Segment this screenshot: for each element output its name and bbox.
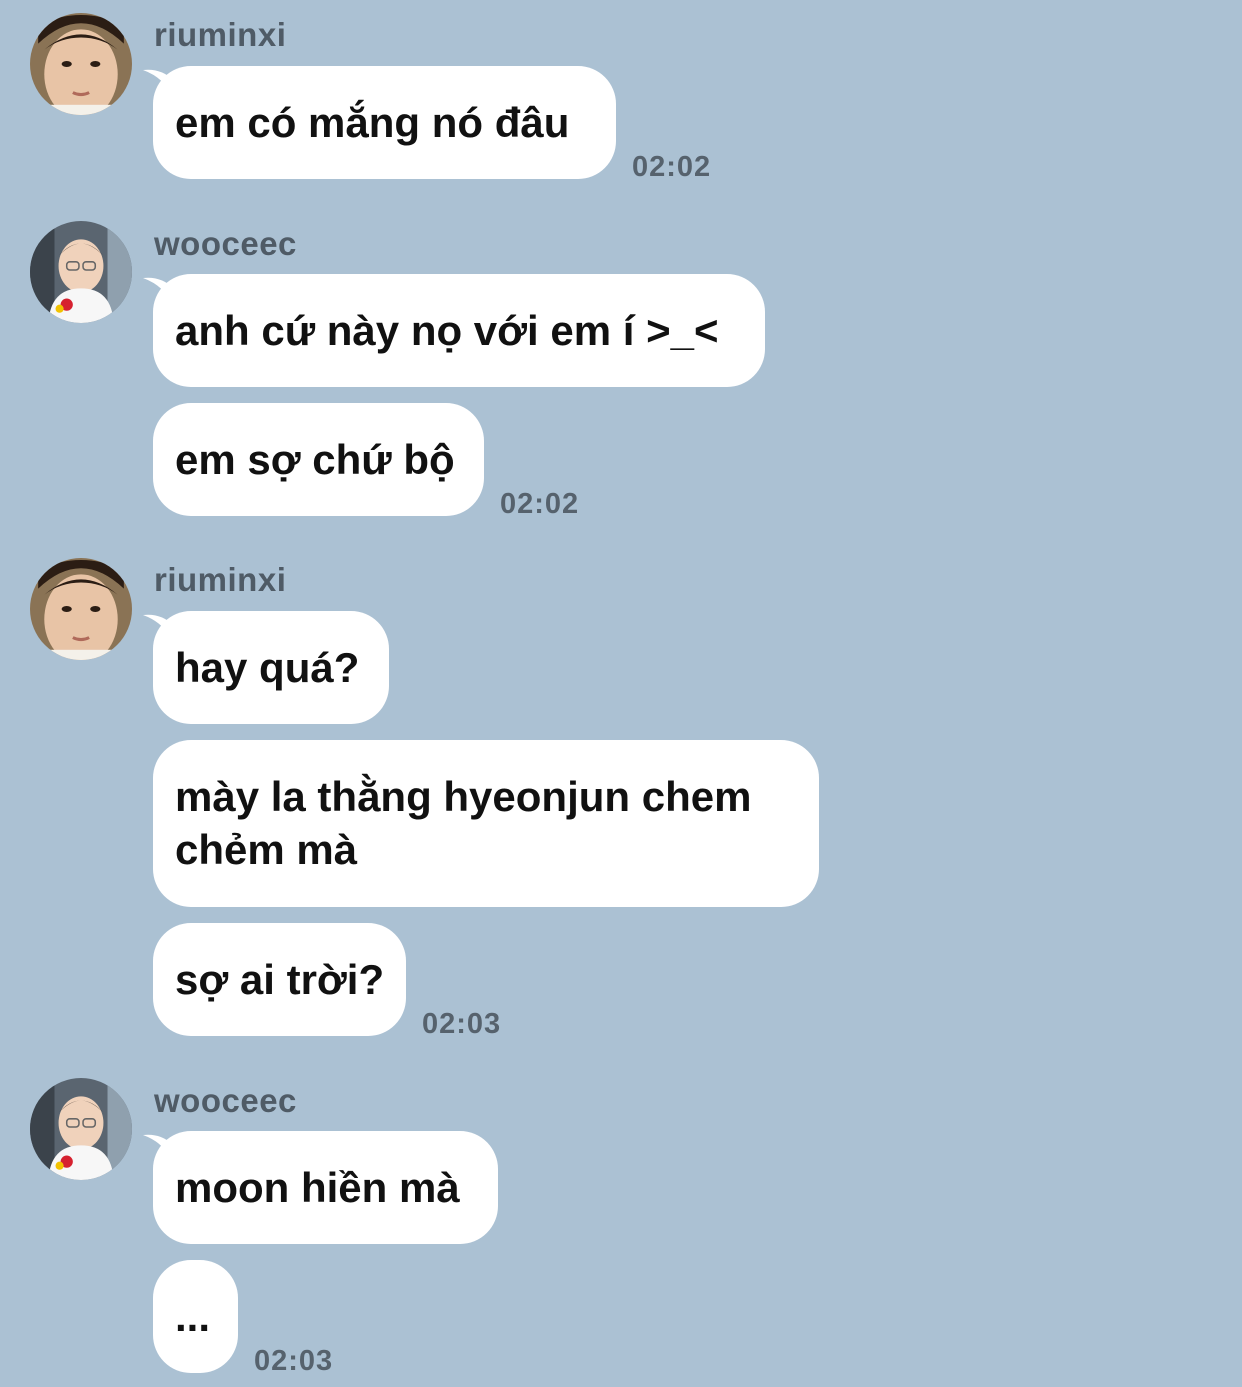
message-timestamp: 02:02 bbox=[632, 151, 712, 183]
message-bubble[interactable]: ... bbox=[153, 1260, 238, 1373]
sender-name: riuminxi bbox=[154, 16, 287, 53]
message-text: hay quá? bbox=[175, 644, 360, 691]
message-text: moon hiền mà bbox=[175, 1164, 460, 1211]
message-text: mày la thằng hyeonjun chem chẻm mà bbox=[175, 773, 752, 873]
message-text: sợ ai trời? bbox=[175, 956, 385, 1003]
message-bubble[interactable]: sợ ai trời? bbox=[153, 923, 406, 1036]
message-bubble[interactable]: em sợ chứ bộ bbox=[153, 403, 484, 516]
message-timestamp: 02:03 bbox=[254, 1345, 334, 1377]
message-text: em sợ chứ bộ bbox=[175, 436, 455, 483]
sender-name: wooceec bbox=[154, 1082, 297, 1119]
message-bubble[interactable]: mày la thằng hyeonjun chem chẻm mà bbox=[153, 740, 819, 907]
avatar-riuminxi[interactable] bbox=[30, 13, 132, 115]
message-text: anh cứ này nọ với em í >_< bbox=[175, 307, 719, 354]
avatar-wooceec[interactable] bbox=[30, 1078, 132, 1180]
avatar-wooceec[interactable] bbox=[30, 221, 132, 323]
message-bubble[interactable]: hay quá? bbox=[153, 611, 389, 724]
message-timestamp: 02:02 bbox=[500, 488, 580, 520]
message-text: ... bbox=[175, 1293, 211, 1340]
message-bubble[interactable]: anh cứ này nọ với em í >_< bbox=[153, 274, 765, 387]
message-bubble[interactable]: moon hiền mà bbox=[153, 1131, 498, 1244]
sender-name: riuminxi bbox=[154, 561, 287, 598]
sender-name: wooceec bbox=[154, 225, 297, 262]
message-text: em có mắng nó đâu bbox=[175, 99, 570, 146]
message-bubble[interactable]: em có mắng nó đâu bbox=[153, 66, 616, 179]
message-timestamp: 02:03 bbox=[422, 1008, 502, 1040]
avatar-riuminxi[interactable] bbox=[30, 558, 132, 660]
